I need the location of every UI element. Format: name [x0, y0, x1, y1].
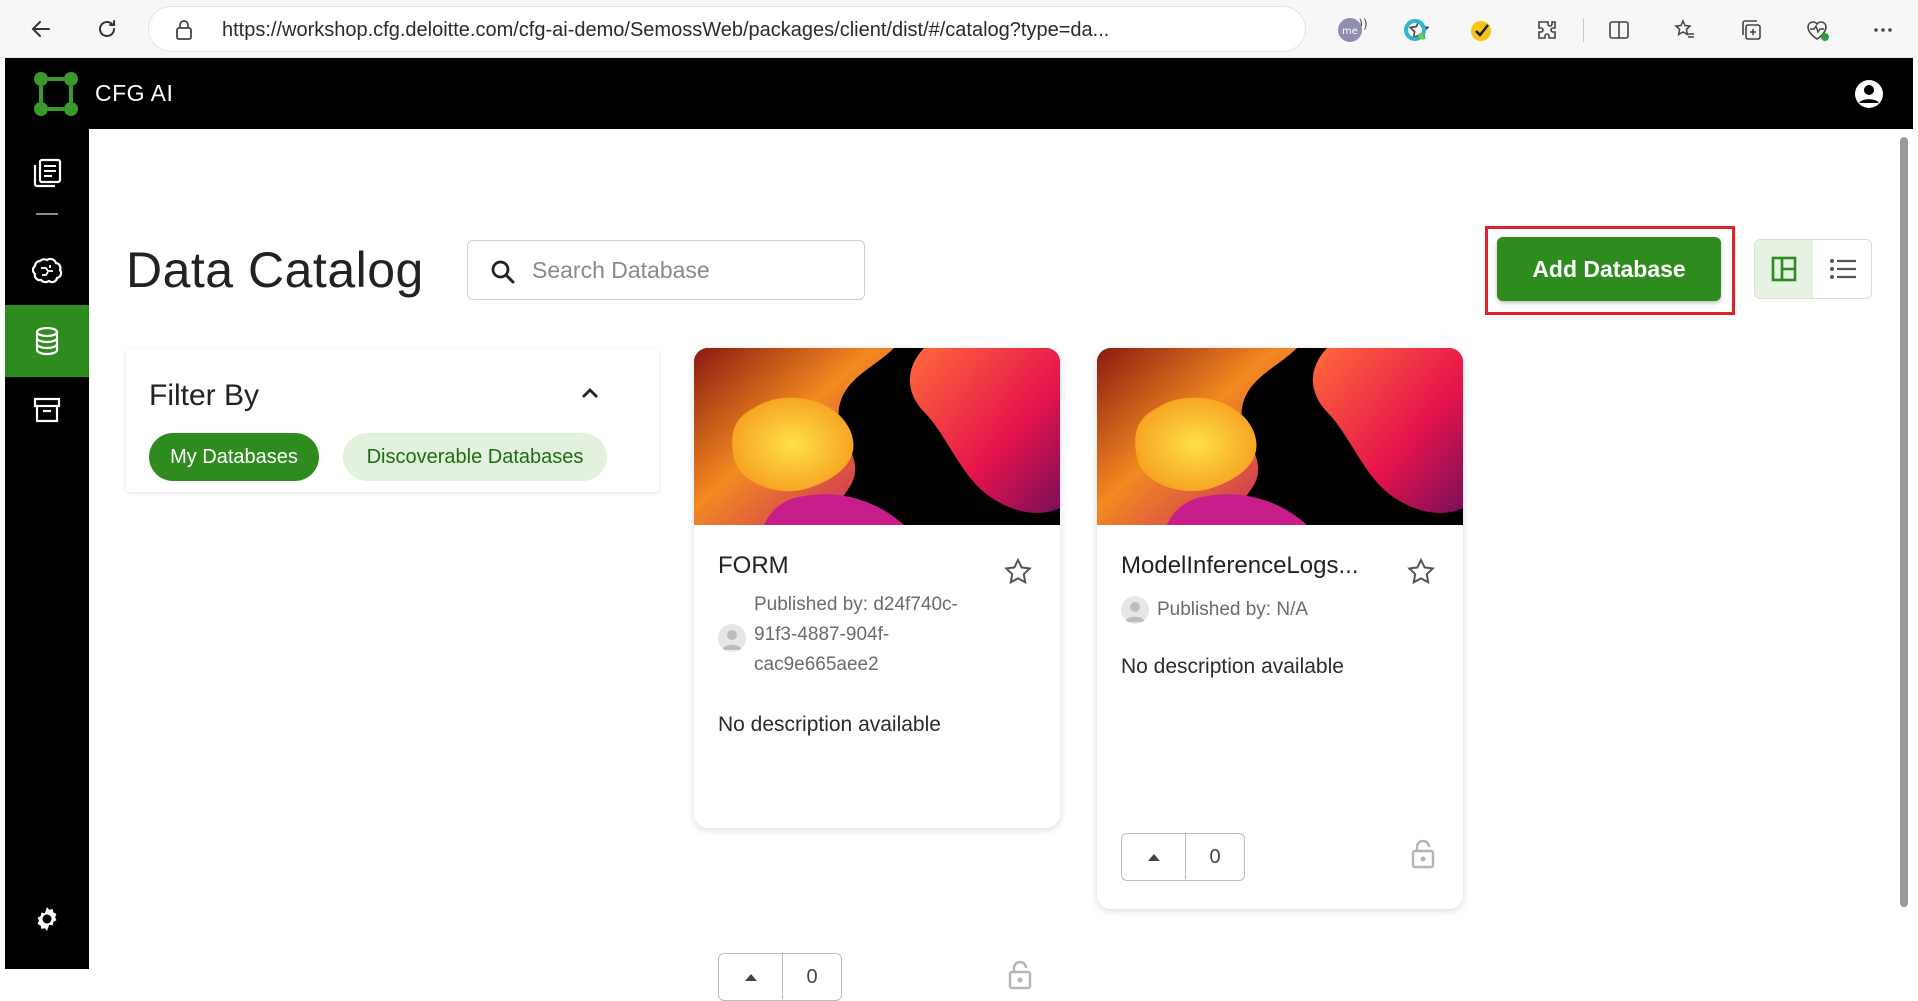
archive-icon [33, 397, 61, 423]
app-title: CFG AI [95, 80, 174, 106]
grid-view-button[interactable] [1755, 240, 1813, 298]
view-toggle [1754, 239, 1872, 299]
back-arrow-icon [31, 21, 50, 37]
upvote-control: 0 [718, 953, 842, 1001]
vote-count: 0 [1209, 845, 1221, 868]
grid-view-icon [1771, 256, 1797, 282]
refresh-icon [99, 20, 115, 37]
sidebar-item-catalog[interactable] [5, 137, 89, 209]
vote-count: 0 [806, 965, 818, 988]
extension-me-icon[interactable]: me [1336, 16, 1364, 44]
card-title: FORM [718, 552, 789, 579]
extension-check-icon[interactable] [1467, 16, 1495, 44]
publisher-text: Published by: d24f740c- 91f3-4887-904f- … [754, 590, 958, 680]
card-description: No description available [1121, 655, 1344, 678]
split-screen-icon[interactable] [1605, 16, 1633, 44]
list-view-button[interactable] [1814, 240, 1871, 298]
add-database-button[interactable]: Add Database [1497, 237, 1721, 301]
svg-text:me: me [1342, 26, 1358, 37]
extensions-puzzle-icon[interactable] [1533, 16, 1561, 44]
app-topbar: CFG AI [5, 58, 1913, 129]
account-icon[interactable] [1853, 78, 1885, 110]
sidebar-item-settings[interactable] [5, 883, 89, 955]
caret-up-icon [1147, 853, 1160, 861]
back-button[interactable] [24, 12, 58, 46]
publisher-line: cac9e665aee2 [754, 654, 879, 675]
user-avatar-icon [722, 630, 742, 650]
lock-icon [1008, 960, 1032, 990]
settings-icon [37, 907, 57, 931]
brain-icon [31, 257, 63, 284]
page-title: Data Catalog [126, 242, 424, 298]
filter-title: Filter By [149, 379, 260, 412]
main-content: Data Catalog Add Database [89, 129, 1913, 1001]
star-icon[interactable] [1003, 557, 1033, 587]
card-artwork-image [1097, 348, 1463, 525]
address-bar[interactable]: https://workshop.cfg.deloitte.com/cfg-ai… [149, 7, 1430, 51]
scrollbar[interactable] [1900, 137, 1908, 907]
lock-icon [1411, 839, 1435, 869]
upvote-button[interactable] [719, 954, 783, 999]
database-icon [35, 326, 59, 356]
app-logo-icon[interactable] [31, 69, 81, 119]
browser-toolbar: https://workshop.cfg.deloitte.com/cfg-ai… [0, 0, 1918, 58]
lock-icon [176, 20, 192, 40]
card-title: ModelInferenceLogs... [1121, 552, 1359, 579]
database-card[interactable]: FORM Published by: d24f740c- 91f3-4887-9… [694, 348, 1060, 828]
sidebar [5, 129, 89, 969]
chip-my-databases[interactable]: My Databases [149, 433, 319, 481]
chevron-up-icon[interactable] [578, 381, 602, 405]
extension-q-icon[interactable] [1401, 16, 1429, 44]
avatar [718, 624, 746, 652]
more-options-icon[interactable] [1869, 16, 1897, 44]
url-text: https://workshop.cfg.deloitte.com/cfg-ai… [222, 19, 1110, 41]
sidebar-item-databases[interactable] [5, 305, 89, 377]
card-description: No description available [718, 713, 941, 736]
chip-discoverable-databases[interactable]: Discoverable Databases [343, 433, 607, 481]
upvote-button[interactable] [1122, 834, 1186, 879]
refresh-button[interactable] [90, 12, 124, 46]
star-icon[interactable] [1406, 557, 1436, 587]
database-card[interactable]: ModelInferenceLogs... Published by: N/A … [1097, 348, 1463, 909]
card-artwork-image [694, 348, 1060, 525]
sidebar-divider [36, 213, 58, 215]
sidebar-item-models[interactable] [5, 236, 89, 308]
search-icon [491, 260, 515, 284]
sidebar-item-storage[interactable] [5, 374, 89, 446]
publisher-line: 91f3-4887-904f- [754, 624, 890, 645]
publisher-text: Published by: N/A [1157, 599, 1309, 620]
search-input[interactable] [532, 255, 852, 285]
filter-panel: Filter By My Databases Discoverable Data… [126, 349, 659, 492]
browser-essentials-icon[interactable] [1803, 16, 1831, 44]
app-window: CFG AI Data Catalog Search Database Add … [5, 58, 1913, 1001]
publisher-line: Published by: d24f740c- [754, 594, 958, 615]
avatar [1121, 596, 1149, 624]
toolbar-divider [1583, 18, 1584, 42]
caret-up-icon [744, 973, 757, 981]
collections-icon[interactable] [1737, 16, 1765, 44]
upvote-control: 0 [1121, 833, 1245, 881]
list-view-icon [1830, 259, 1856, 279]
search-box[interactable] [467, 240, 865, 300]
catalog-icon [33, 158, 62, 188]
user-avatar-icon [1125, 602, 1145, 622]
favorites-list-icon[interactable] [1671, 16, 1699, 44]
